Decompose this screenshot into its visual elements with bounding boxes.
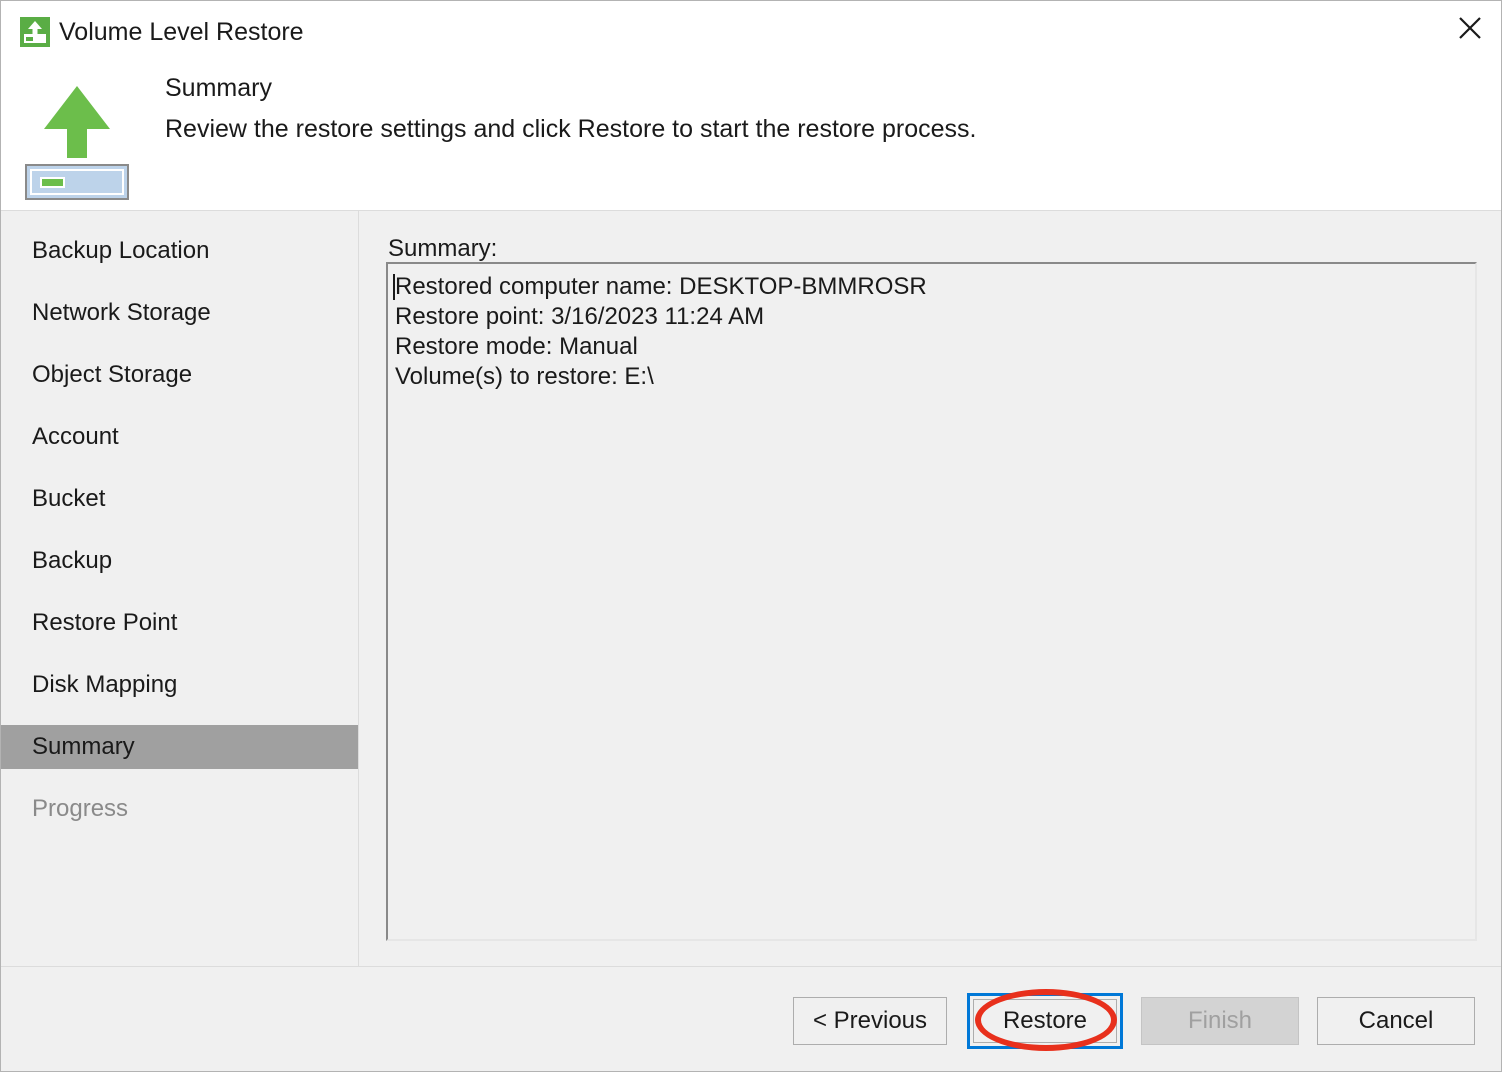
sidebar-item-label: Summary [32, 733, 135, 760]
page-subtitle: Review the restore settings and click Re… [165, 115, 977, 143]
restore-arrow-drive-icon [25, 81, 129, 200]
page-title: Summary [165, 74, 272, 102]
sidebar-item-label: Restore Point [32, 609, 178, 636]
dialog-body: Backup Location Network Storage Object Sto… [1, 211, 1501, 966]
sidebar-item-progress: Progress [1, 787, 358, 831]
cancel-button[interactable]: Cancel [1317, 997, 1475, 1045]
sidebar-item-label: Bucket [32, 485, 106, 512]
sidebar-item-account[interactable]: Account [1, 415, 358, 459]
summary-line: Restore point: 3/16/2023 11:24 AM [395, 303, 765, 330]
sidebar-item-summary[interactable]: Summary [1, 725, 358, 769]
sidebar-item-bucket[interactable]: Bucket [1, 477, 358, 521]
wizard-step-list: Backup Location Network Storage Object Sto… [1, 211, 359, 966]
finish-button: Finish [1141, 997, 1299, 1045]
sidebar-item-label: Network Storage [32, 299, 211, 326]
summary-line: Restored computer name: DESKTOP-BMMROSR [395, 273, 927, 300]
dialog-header: Summary Review the restore settings and … [1, 63, 1501, 210]
sidebar-item-backup-location[interactable]: Backup Location [1, 229, 358, 273]
sidebar-item-backup[interactable]: Backup [1, 539, 358, 583]
sidebar-item-label: Object Storage [32, 361, 193, 388]
sidebar-item-object-storage[interactable]: Object Storage [1, 353, 358, 397]
summary-line: Restore mode: Manual [395, 333, 638, 360]
sidebar-item-label: Backup [32, 547, 113, 574]
volume-level-restore-dialog: Volume Level Restore Summary Review the … [0, 0, 1502, 1072]
sidebar-item-restore-point[interactable]: Restore Point [1, 601, 358, 645]
restore-button-focus-ring: Restore [967, 993, 1123, 1049]
previous-button[interactable]: < Previous [793, 997, 947, 1045]
sidebar-item-label: Progress [32, 795, 129, 822]
restore-button[interactable]: Restore [973, 999, 1117, 1043]
summary-line: Volume(s) to restore: E:\ [395, 363, 654, 390]
close-icon[interactable] [1439, 1, 1501, 55]
content-pane: Summary: Restored computer name: DESKTOP… [360, 211, 1501, 966]
sidebar-item-label: Account [32, 423, 119, 450]
summary-textbox[interactable]: Restored computer name: DESKTOP-BMMROSR R… [386, 262, 1477, 941]
title-bar: Volume Level Restore [1, 1, 1501, 63]
sidebar-item-label: Backup Location [32, 237, 210, 264]
volume-restore-icon [20, 17, 50, 47]
sidebar-item-disk-mapping[interactable]: Disk Mapping [1, 663, 358, 707]
dialog-footer: < Previous Restore Finish Cancel [1, 967, 1501, 1071]
sidebar-item-label: Disk Mapping [32, 671, 178, 698]
summary-label: Summary: [388, 235, 498, 262]
sidebar-item-network-storage[interactable]: Network Storage [1, 291, 358, 335]
window-title: Volume Level Restore [59, 18, 304, 46]
